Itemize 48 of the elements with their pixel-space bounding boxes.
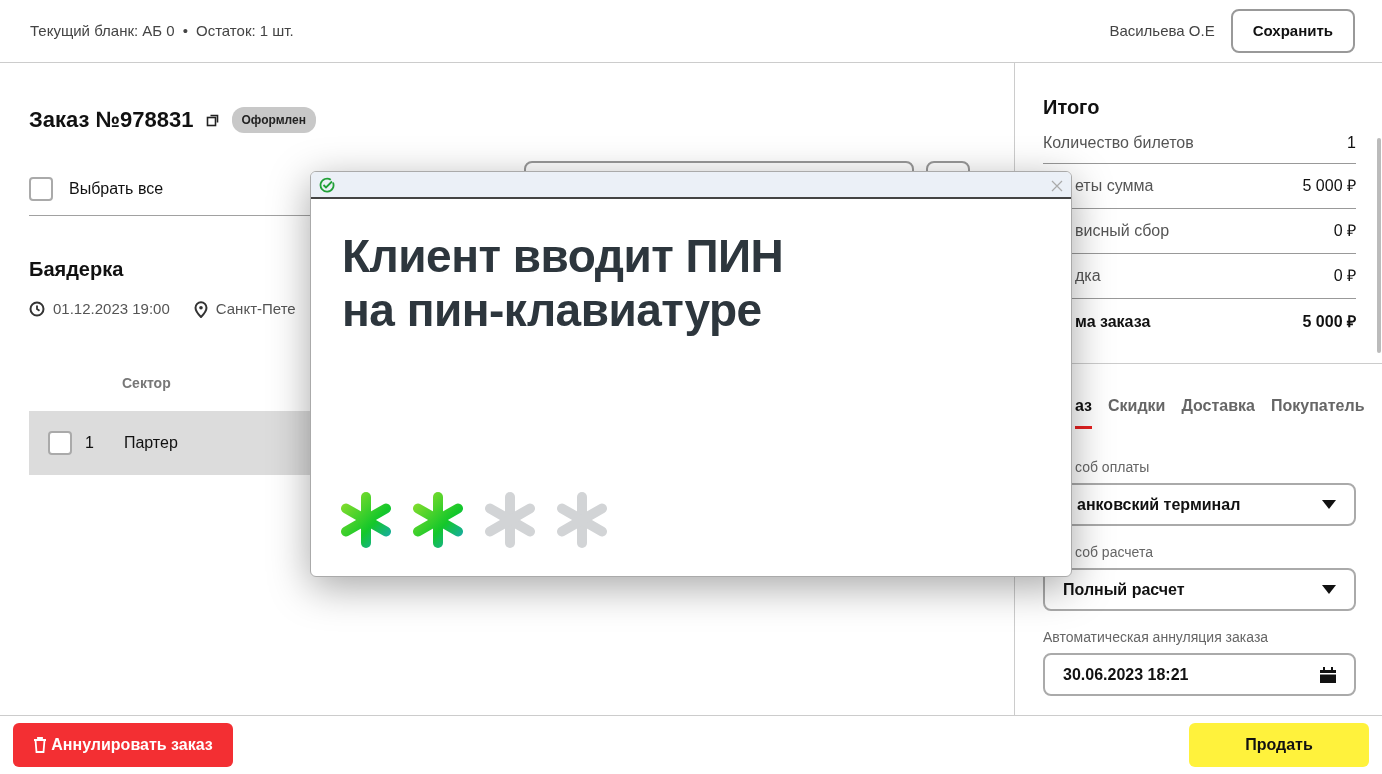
checkbox-label: Выбрать все [69, 179, 164, 199]
row-number: 1 [85, 432, 94, 453]
summary-title: Итого [1043, 95, 1101, 120]
summary-value: 5 000 ₽ [1302, 311, 1356, 332]
summary-value: 0 ₽ [1333, 266, 1356, 286]
location-pin-icon [193, 300, 208, 318]
summary-label: ма заказа [1075, 311, 1151, 332]
date-field[interactable]: 30.06.2023 18:21 [1043, 653, 1356, 696]
pin-prompt: Клиент вводит ПИН на пин-клавиатуре [341, 229, 785, 337]
status-badge: Оформлен [231, 106, 316, 133]
calendar-icon[interactable] [1320, 666, 1336, 683]
dropdown-caret-icon [1322, 585, 1336, 594]
order-title: Заказ №978831 [29, 106, 194, 134]
scrollbar-thumb[interactable] [1377, 138, 1381, 353]
clock-icon [29, 301, 45, 318]
user-name: Васильева О.Е [1109, 20, 1215, 41]
dropdown-caret-icon [1322, 500, 1336, 509]
field-label: соб оплаты [1075, 459, 1150, 475]
check-circle-icon [319, 176, 335, 193]
tab[interactable]: Покупатель [1271, 394, 1365, 429]
field-label: Автоматическая аннуляция заказа [1043, 629, 1269, 645]
summary-label: дка [1075, 266, 1101, 286]
summary-value: 0 ₽ [1333, 221, 1356, 241]
checkbox[interactable] [29, 177, 53, 201]
cancel-order-button[interactable]: Аннулировать заказ [13, 723, 233, 767]
event-place: Санкт-Пете [215, 299, 296, 319]
summary-label: Количество билетов [1043, 132, 1194, 153]
sector-name: Партер [123, 432, 178, 453]
sell-button[interactable]: Продать [1189, 723, 1369, 767]
tab[interactable]: Скидки [1108, 394, 1166, 429]
trash-icon [33, 737, 48, 753]
separator-dot: • [182, 20, 188, 41]
column-header: Сектор [122, 374, 171, 391]
summary-value: 1 [1347, 132, 1356, 153]
blank-info: Текущий бланк: АБ 0 [30, 20, 175, 41]
tab[interactable]: Доставка [1181, 394, 1255, 429]
checkbox[interactable] [48, 430, 72, 455]
copy-icon[interactable] [205, 112, 220, 127]
tab[interactable]: аз [1075, 394, 1093, 429]
event-datetime: 01.12.2023 19:00 [53, 299, 170, 319]
dropdown[interactable]: Полный расчет [1043, 568, 1356, 611]
save-button[interactable]: Сохранить [1230, 8, 1355, 54]
summary-label: еты сумма [1075, 176, 1154, 196]
remaining-info: Остаток: 1 шт. [196, 20, 294, 41]
summary-value: 5 000 ₽ [1302, 176, 1356, 196]
summary-label: висный сбор [1075, 221, 1170, 241]
event-title: Баядерка [29, 258, 124, 280]
field-label: соб расчета [1075, 544, 1153, 560]
